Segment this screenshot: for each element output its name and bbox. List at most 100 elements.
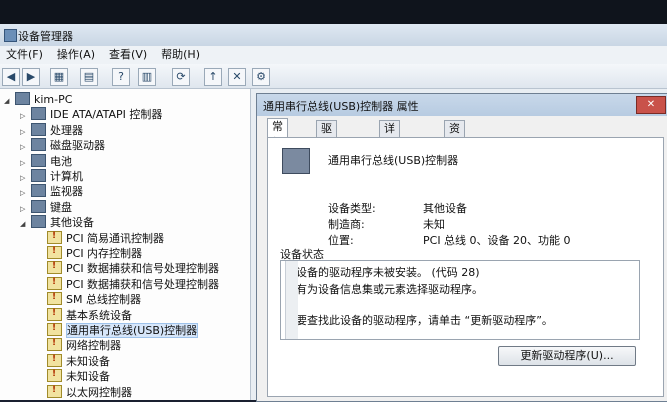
device-type-label: 设备类型: (328, 202, 376, 215)
general-tab-panel: 通用串行总线(USB)控制器 设备类型: 其他设备 制造商: 未知 位置: PC… (267, 137, 664, 397)
tree-node[interactable]: ▷ 电池 (20, 153, 72, 169)
location-label: 位置: (328, 234, 354, 247)
tree-node-label: 网络控制器 (66, 339, 121, 353)
show-hide-tree-icon[interactable]: ▦ (50, 68, 68, 86)
tree-node-label: kim-PC (34, 93, 73, 106)
monitor-icon (31, 184, 46, 198)
tree-node-label: PCI 数据捕获和信号处理控制器 (66, 262, 220, 276)
tree-node-label: 电池 (50, 154, 72, 168)
tree-expander[interactable]: ◢ (20, 217, 29, 232)
warning-device-icon (47, 352, 62, 367)
usb-controller-icon (282, 148, 310, 174)
toolbar: ◀ ▶ ▦ ▤ ? ▥ ⟳ ↑ ✕ ⚙ (0, 64, 667, 89)
tree-node[interactable]: ◢ kim-PC (4, 92, 72, 107)
update-driver-button[interactable]: 更新驱动程序(U)... (498, 346, 636, 366)
tree-node-label: 通用串行总线(USB)控制器 (66, 323, 199, 338)
menu-file[interactable]: 文件(F) (6, 46, 43, 64)
tab-general[interactable]: 常规 (267, 118, 288, 149)
keyboard-icon (31, 199, 46, 213)
tree-node-label: 其他设备 (50, 216, 94, 230)
warning-device-icon (47, 229, 62, 244)
tree-node-label: 未知设备 (66, 354, 110, 368)
device-status-box[interactable]: 该设备的驱动程序未被安装。 (代码 28) 没有为设备信息集或元素选择驱动程序。… (280, 260, 640, 340)
disable-device-icon[interactable]: ✕ (228, 68, 246, 86)
warning-device-icon (47, 275, 62, 290)
tree-node-label: 计算机 (50, 170, 83, 183)
computer-icon (31, 169, 46, 182)
status-line-4: 若要查找此设备的驱动程序，请单击 “更新驱动程序”。 (285, 314, 553, 327)
tab-resources[interactable]: 资源 (444, 120, 465, 151)
tree-node-label: PCI 数据捕获和信号处理控制器 (66, 277, 220, 291)
tree-node[interactable]: 基本系统设备 (36, 306, 132, 323)
warning-device-icon (47, 321, 62, 336)
window-title: 设备管理器 (18, 30, 73, 43)
tree-node[interactable]: PCI 数据捕获和信号处理控制器 (36, 275, 220, 292)
manufacturer-value: 未知 (423, 218, 445, 231)
computer-icon (15, 92, 30, 105)
location-value: PCI 总线 0、设备 20、功能 0 (423, 234, 571, 247)
dialog-title: 通用串行总线(USB)控制器 属性 (263, 100, 419, 113)
close-icon[interactable]: ✕ (636, 96, 666, 114)
tree-node[interactable]: 未知设备 (36, 367, 110, 384)
tree-node-label: PCI 内存控制器 (66, 247, 143, 260)
warning-device-icon (47, 336, 62, 352)
menu-help[interactable]: 帮助(H) (161, 46, 200, 64)
battery-icon (31, 153, 46, 167)
tree-node[interactable]: ▷ 键盘 (20, 199, 72, 215)
properties-dialog: 通用串行总线(USB)控制器 属性 ✕ 常规 驱动程序 详细信息 资源 通用串行… (256, 93, 667, 402)
warning-device-icon (47, 259, 62, 275)
device-name: 通用串行总线(USB)控制器 (328, 154, 459, 167)
tree-node-label: SM 总线控制器 (66, 293, 141, 307)
tree-node[interactable]: ▷ 监视器 (20, 184, 83, 199)
tree-expander[interactable]: ◢ (4, 94, 13, 109)
update-driver-icon[interactable]: ↑ (204, 68, 222, 86)
tree-node[interactable]: 通用串行总线(USB)控制器 (36, 321, 199, 338)
screen-top-bezel (0, 0, 667, 26)
menu-view[interactable]: 查看(V) (109, 46, 147, 64)
title-bar: 设备管理器 (0, 24, 667, 46)
tree-node[interactable]: ◢ 其他设备 (20, 215, 94, 230)
tree-node-label: IDE ATA/ATAPI 控制器 (50, 108, 163, 122)
device-manager-window: 设备管理器 文件(F) 操作(A) 查看(V) 帮助(H) ◀ ▶ ▦ ▤ ? … (0, 24, 667, 402)
scan-hardware-icon[interactable]: ⟳ (172, 68, 190, 86)
uninstall-device-icon[interactable]: ⚙ (252, 68, 270, 86)
menu-action[interactable]: 操作(A) (57, 46, 95, 64)
status-line-2: 没有为设备信息集或元素选择驱动程序。 (285, 283, 483, 296)
warning-device-icon (47, 367, 62, 383)
tree-node-label: 处理器 (50, 123, 83, 137)
forward-arrow-icon[interactable]: ▶ (22, 68, 40, 86)
tree-node[interactable]: 以太网控制器 (36, 383, 132, 400)
disk-drive-icon (31, 138, 46, 152)
tree-node[interactable]: ▷ 磁盘驱动器 (20, 138, 105, 153)
device-tree[interactable]: ◢ kim-PC ▷ IDE ATA/ATAPI 控制器 ▷ 处理器 ▷ 磁盘驱动器 ▷ 电池 ▷ 计… (0, 89, 251, 400)
back-arrow-icon[interactable]: ◀ (2, 68, 20, 86)
tree-node[interactable]: ▷ IDE ATA/ATAPI 控制器 (20, 107, 162, 122)
tree-node-label: PCI 简易通讯控制器 (66, 231, 165, 245)
warning-device-icon (47, 306, 62, 321)
warning-device-icon (47, 244, 62, 259)
properties-icon[interactable]: ▤ (80, 68, 98, 86)
tab-driver[interactable]: 驱动程序 (316, 120, 337, 183)
processor-icon (31, 122, 46, 136)
dialog-title-bar: 通用串行总线(USB)控制器 属性 ✕ (257, 94, 667, 116)
help-icon[interactable]: ? (112, 68, 130, 86)
tree-node[interactable]: ▷ 计算机 (20, 169, 83, 184)
device-manager-icon (4, 29, 17, 42)
tab-details[interactable]: 详细信息 (379, 120, 400, 183)
status-scrollbar[interactable] (285, 261, 298, 339)
tree-node[interactable]: 未知设备 (36, 352, 110, 369)
tree-node-label: 以太网控制器 (66, 385, 132, 399)
device-type-value: 其他设备 (423, 202, 467, 215)
tree-node-label: 监视器 (50, 185, 83, 199)
tree-node[interactable]: 网络控制器 (36, 336, 121, 353)
warning-device-icon (47, 290, 62, 306)
status-line-1: 该设备的驱动程序未被安装。 (代码 28) (285, 266, 480, 279)
manufacturer-label: 制造商: (328, 218, 365, 231)
tree-node[interactable]: PCI 数据捕获和信号处理控制器 (36, 259, 220, 276)
menu-bar: 文件(F) 操作(A) 查看(V) 帮助(H) (0, 46, 667, 64)
action-pane-icon[interactable]: ▥ (138, 68, 156, 86)
tree-node[interactable]: ▷ 处理器 (20, 122, 83, 138)
ide-controller-icon (31, 107, 46, 121)
warning-device-icon (47, 383, 62, 398)
tree-node-label: 磁盘驱动器 (50, 139, 105, 153)
